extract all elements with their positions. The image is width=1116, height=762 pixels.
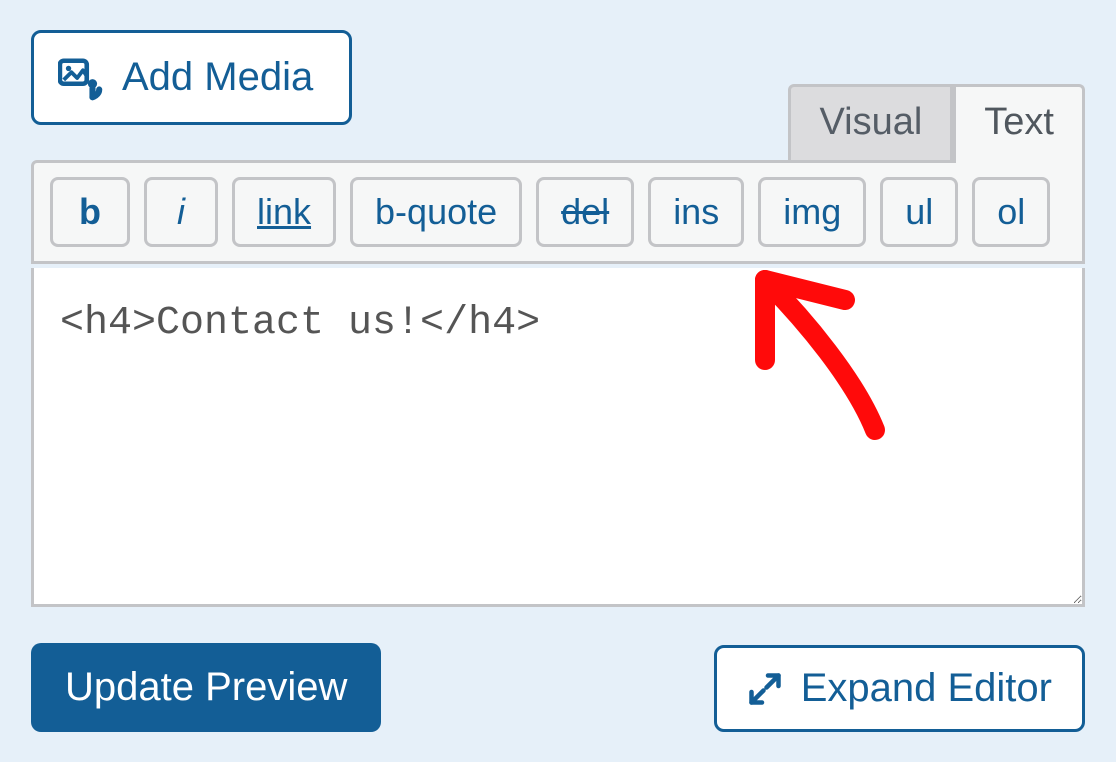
- tab-text[interactable]: Text: [953, 84, 1085, 162]
- expand-editor-label: Expand Editor: [801, 666, 1052, 711]
- html-editor-textarea[interactable]: [31, 268, 1085, 607]
- qt-ul-label: ul: [905, 190, 933, 233]
- qt-link-button[interactable]: link: [232, 177, 336, 247]
- qt-link-label: link: [257, 190, 311, 233]
- qt-img-label: img: [783, 190, 841, 233]
- add-media-icon: [58, 55, 104, 101]
- qt-blockquote-button[interactable]: b-quote: [350, 177, 522, 247]
- tab-visual-label: Visual: [819, 103, 922, 141]
- qt-ol-button[interactable]: ol: [972, 177, 1050, 247]
- qt-bold-button[interactable]: b: [50, 177, 130, 247]
- qt-del-button[interactable]: del: [536, 177, 634, 247]
- qt-bold-label: b: [79, 190, 101, 233]
- editor-area: [31, 268, 1085, 607]
- editor-mode-tabs: Visual Text: [788, 82, 1085, 162]
- tab-visual[interactable]: Visual: [788, 84, 953, 162]
- qt-ul-button[interactable]: ul: [880, 177, 958, 247]
- update-preview-button[interactable]: Update Preview: [31, 643, 381, 732]
- qt-italic-label: i: [177, 190, 185, 233]
- expand-editor-button[interactable]: Expand Editor: [714, 645, 1085, 732]
- qt-ins-button[interactable]: ins: [648, 177, 744, 247]
- update-preview-label: Update Preview: [65, 665, 347, 709]
- qt-img-button[interactable]: img: [758, 177, 866, 247]
- tab-text-label: Text: [984, 103, 1054, 141]
- qt-ins-label: ins: [673, 190, 719, 233]
- qt-italic-button[interactable]: i: [144, 177, 218, 247]
- add-media-button[interactable]: Add Media: [31, 30, 352, 125]
- quicktags-toolbar: b i link b-quote del ins img ul ol: [31, 160, 1085, 264]
- qt-blockquote-label: b-quote: [375, 190, 497, 233]
- qt-ol-label: ol: [997, 190, 1025, 233]
- qt-del-label: del: [561, 190, 609, 233]
- add-media-label: Add Media: [122, 55, 313, 100]
- expand-icon: [747, 671, 783, 707]
